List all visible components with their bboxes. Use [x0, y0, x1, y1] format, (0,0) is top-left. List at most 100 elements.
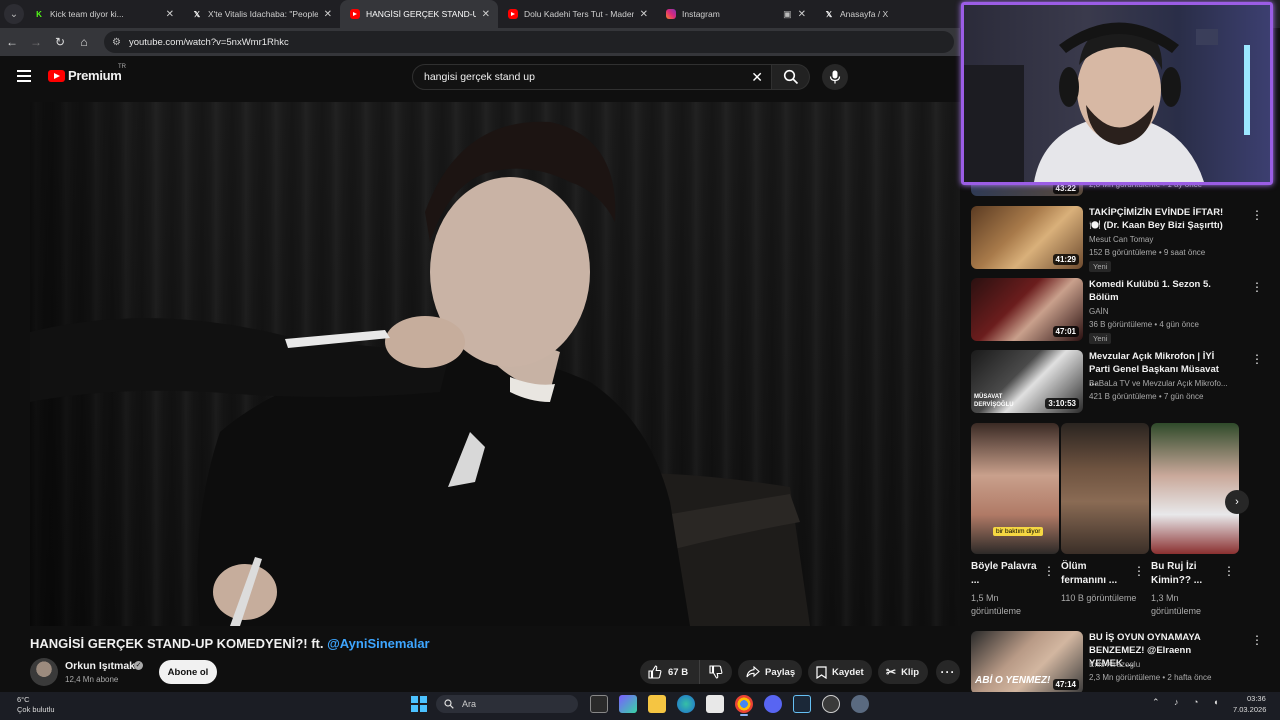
channel-avatar[interactable] [30, 658, 58, 686]
short-thumbnail-1[interactable]: bir baktım diyor [971, 423, 1059, 554]
browser-tab[interactable]: 𝕏 X'te Vitalis Idachaba: "People in ✕ [182, 0, 340, 28]
streamer-webcam-overlay [961, 2, 1273, 185]
scissors-icon: ✂ [886, 665, 897, 679]
thumbs-up-icon [648, 665, 662, 679]
video-meta: 36 B görüntüleme • 4 gün önce [1089, 320, 1199, 329]
short-views-2: 110 B görüntüleme [1061, 593, 1137, 603]
like-dislike-group: 67 B [640, 660, 732, 684]
short-menu-icon-3[interactable]: ⋮ [1223, 564, 1235, 578]
video-menu-icon[interactable]: ⋮ [1251, 280, 1263, 294]
share-button[interactable]: Paylaş [738, 660, 802, 684]
short-caption: bir baktım diyor [993, 527, 1044, 536]
video-thumbnail[interactable]: 47:01 [971, 278, 1083, 341]
subscribe-button[interactable]: Abone ol [159, 660, 217, 684]
video-title[interactable]: TAKİPÇİMİZİN EVİNDE İFTAR! 🍽️ (Dr. Kaan … [1089, 206, 1227, 232]
obs-icon[interactable] [822, 695, 840, 713]
webcam-frame [964, 22, 1250, 182]
file-explorer-icon[interactable] [648, 695, 666, 713]
browser-tab[interactable]: HANGİSİ GERÇEK STAND-UP KO ✕ [340, 0, 498, 28]
browser-tab[interactable]: Instagram ▣ ✕ [656, 0, 814, 28]
back-icon[interactable]: ← [0, 35, 24, 49]
like-button[interactable]: 67 B [640, 660, 700, 684]
system-tray[interactable]: ⌃ ♪ ◔ ◖ [1152, 697, 1224, 708]
video-player[interactable] [30, 102, 960, 626]
tab-search-button[interactable]: ⌄ [4, 4, 24, 24]
menu-icon[interactable] [17, 70, 31, 82]
browser-tab[interactable]: 𝕏 Anasayfa / X [814, 0, 972, 28]
close-tab-icon[interactable]: ✕ [166, 9, 174, 20]
more-actions-button[interactable]: ··· [936, 660, 960, 684]
short-title-2[interactable]: Ölüm fermanını ... [1061, 560, 1131, 588]
discord-icon[interactable] [764, 695, 782, 713]
video-title[interactable]: Komedi Kulübü 1. Sezon 5. Bölüm [1089, 278, 1227, 304]
search-icon [783, 69, 798, 85]
close-tab-icon[interactable]: ✕ [798, 9, 806, 20]
taskbar-search[interactable]: Ara [436, 695, 578, 713]
url-bar[interactable]: ⚙ youtube.com/watch?v=5nxWmr1Rhkc [104, 31, 954, 53]
forward-icon[interactable]: → [24, 35, 48, 49]
widgets-app-icon[interactable] [619, 695, 637, 713]
shorts-next-button[interactable]: › [1225, 490, 1249, 514]
close-tab-icon[interactable]: ✕ [482, 9, 490, 20]
like-count: 67 B [668, 666, 689, 678]
video-channel[interactable]: Mesut Can Tomay [1089, 235, 1153, 244]
short-title-1[interactable]: Böyle Palavra ... [971, 560, 1041, 588]
video-channel[interactable]: BaBaLa TV ve Mevzular Açık Mikrofo... [1089, 379, 1228, 388]
channel-name[interactable]: Orkun Işıtmak [65, 660, 135, 672]
tab-title: Instagram [682, 9, 720, 19]
close-tab-icon[interactable]: ✕ [640, 9, 648, 20]
short-title-3[interactable]: Bu Ruj İzi Kimin?? ... [1151, 560, 1221, 588]
short-thumbnail-3[interactable] [1151, 423, 1239, 554]
edge-browser-icon[interactable] [677, 695, 695, 713]
reload-icon[interactable]: ↻ [48, 35, 72, 49]
x-icon: 𝕏 [825, 9, 833, 19]
recommended-video[interactable]: ABİ O YENMEZ! 47:14 BU İŞ OYUN OYNAMAYA BE… [971, 631, 1263, 695]
recommended-video[interactable]: 47:01 Komedi Kulübü 1. Sezon 5. Bölüm GAİN… [971, 278, 1263, 344]
channel-mention-link[interactable]: @AyniSinemalar [327, 636, 430, 651]
video-menu-icon[interactable]: ⋮ [1251, 633, 1263, 647]
video-thumbnail[interactable]: 41:29 [971, 206, 1083, 269]
windows-start-icon[interactable] [411, 696, 427, 712]
clear-search-icon[interactable]: ✕ [751, 69, 763, 86]
clip-button[interactable]: ✂ Klip [878, 660, 928, 684]
voice-search-button[interactable] [822, 64, 848, 90]
tab-strip: K Kick team diyor ki... ✕ 𝕏 X'te Vitalis Ida… [24, 0, 972, 28]
taskbar-date[interactable]: 7.03.2026 [1233, 705, 1266, 714]
search-button[interactable] [772, 64, 810, 90]
browser-tab[interactable]: Dolu Kadehi Ters Tut - Madem ✕ [498, 0, 656, 28]
taskbar-time[interactable]: 03:36 [1247, 694, 1266, 703]
site-info-icon[interactable]: ⚙ [112, 37, 121, 48]
address-toolbar: ← → ↻ ⌂ ⚙ youtube.com/watch?v=5nxWmr1Rhk… [0, 28, 960, 56]
video-menu-icon[interactable]: ⋮ [1251, 352, 1263, 366]
task-view-icon[interactable] [590, 695, 608, 713]
video-channel[interactable]: GAİN [1089, 307, 1109, 316]
video-thumbnail[interactable]: MÜSAVAT DERVİŞOĞLU 3:10:53 [971, 350, 1083, 413]
youtube-premium-logo[interactable]: Premium TR [48, 64, 126, 83]
video-thumbnail[interactable]: ABİ O YENMEZ! 47:14 [971, 631, 1083, 694]
recommended-video[interactable]: MÜSAVAT DERVİŞOĞLU 3:10:53 Mevzular Açık M… [971, 350, 1263, 414]
chrome-icon[interactable] [735, 695, 753, 716]
steam-icon[interactable] [793, 695, 811, 713]
dislike-button[interactable] [700, 665, 732, 679]
video-duration: 47:01 [1052, 326, 1079, 337]
share-label: Paylaş [765, 666, 796, 678]
media-control-icon[interactable]: ▣ [783, 9, 792, 20]
search-input[interactable]: hangisi gerçek stand up ✕ [412, 64, 772, 90]
weather-temperature[interactable]: 6°C [17, 695, 30, 704]
video-channel[interactable]: Enis Kirazoglu [1089, 660, 1140, 669]
video-duration: 3:10:53 [1045, 398, 1079, 409]
recommended-video[interactable]: 41:29 TAKİPÇİMİZİN EVİNDE İFTAR! 🍽️ (Dr. … [971, 206, 1263, 272]
store-icon[interactable] [706, 695, 724, 713]
video-duration: 41:29 [1052, 254, 1079, 265]
search-icon [444, 699, 454, 709]
settings-gear-icon[interactable] [851, 695, 869, 713]
short-thumbnail-2[interactable] [1061, 423, 1149, 554]
close-tab-icon[interactable]: ✕ [324, 9, 332, 20]
short-menu-icon-2[interactable]: ⋮ [1133, 564, 1145, 578]
short-menu-icon-1[interactable]: ⋮ [1043, 564, 1055, 578]
save-button[interactable]: Kaydet [808, 660, 872, 684]
video-menu-icon[interactable]: ⋮ [1251, 208, 1263, 222]
home-icon[interactable]: ⌂ [72, 35, 96, 49]
weather-description[interactable]: Çok bulutlu [17, 705, 55, 714]
browser-tab[interactable]: K Kick team diyor ki... ✕ [24, 0, 182, 28]
